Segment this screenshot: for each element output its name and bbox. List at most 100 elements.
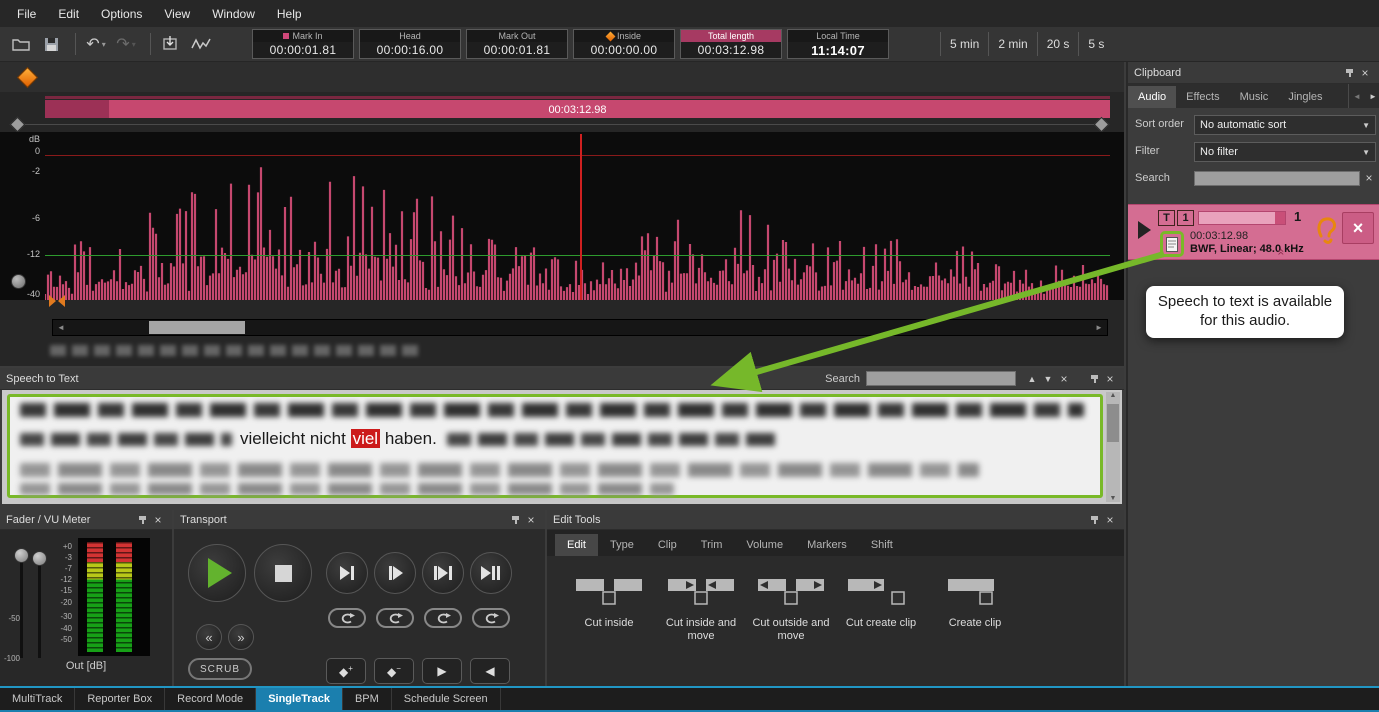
fader-knob-right[interactable] (32, 551, 47, 566)
play-button[interactable] (188, 544, 246, 602)
add-marker-button[interactable]: ◆+ (326, 658, 366, 684)
menu-item-options[interactable]: Options (90, 2, 153, 26)
loop-button[interactable] (472, 608, 510, 628)
stop-button[interactable] (254, 544, 312, 602)
save-button[interactable] (38, 32, 64, 56)
loop-button[interactable] (376, 608, 414, 628)
tab-audio[interactable]: Audio (1128, 86, 1176, 108)
workspace-tab-record-mode[interactable]: Record Mode (165, 688, 256, 710)
entry-play-icon[interactable] (1138, 221, 1151, 239)
zoom-5s-button[interactable]: 5 s (1078, 32, 1113, 56)
fader-knob-left[interactable] (14, 548, 29, 563)
menu-item-edit[interactable]: Edit (47, 2, 90, 26)
horizontal-scrollbar[interactable]: ◄ ► (52, 319, 1108, 336)
cut-inside-tool[interactable]: Cut inside (565, 574, 653, 630)
zoom-2min-button[interactable]: 2 min (988, 32, 1036, 56)
loop-button[interactable] (424, 608, 462, 628)
pin-icon[interactable] (1086, 371, 1102, 387)
close-icon[interactable]: × (1357, 65, 1373, 81)
create-clip-tool[interactable]: Create clip (931, 574, 1019, 630)
tabs-scroll-right-icon[interactable]: ► (1365, 88, 1379, 104)
search-next-icon[interactable]: ▼ (1040, 371, 1056, 387)
gain-knob[interactable] (11, 274, 26, 289)
playhead-cursor[interactable] (580, 134, 582, 300)
scrollbar-thumb[interactable] (1107, 404, 1119, 442)
tab-edit[interactable]: Edit (555, 534, 598, 556)
scroll-right-icon[interactable]: ► (1091, 323, 1107, 332)
tab-clip[interactable]: Clip (646, 534, 689, 556)
speech-search-input[interactable] (866, 371, 1016, 386)
pin-icon[interactable] (1086, 512, 1102, 528)
menu-item-window[interactable]: Window (201, 2, 266, 26)
skip-back-button[interactable]: « (196, 624, 222, 650)
play-from-mark-button[interactable] (374, 552, 416, 594)
menu-item-help[interactable]: Help (266, 2, 313, 26)
loop-marker-icon[interactable] (48, 294, 66, 308)
scrub-button[interactable]: SCRUB (188, 658, 252, 680)
play-to-mark-button[interactable] (326, 552, 368, 594)
left-marker-diamond-icon[interactable] (10, 117, 26, 133)
tab-jingles[interactable]: Jingles (1278, 86, 1332, 108)
close-icon[interactable]: × (1102, 512, 1118, 528)
transfer-button[interactable] (158, 32, 184, 56)
search-clear-icon[interactable]: × (1361, 170, 1377, 186)
play-pause-button[interactable] (470, 552, 512, 594)
undo-button[interactable]: ↶▾ (83, 32, 109, 56)
skip-forward-button[interactable]: » (228, 624, 254, 650)
pin-icon[interactable] (507, 512, 523, 528)
workspace-tab-schedule-screen[interactable]: Schedule Screen (392, 688, 501, 710)
pin-icon[interactable] (1341, 65, 1357, 81)
scrollbar-thumb[interactable] (149, 321, 245, 334)
sort-order-select[interactable]: No automatic sort▼ (1194, 115, 1376, 135)
clipboard-audio-entry[interactable]: T 1 1 00:03:12.98 BWF, Linear; 48.0 kHz … (1128, 204, 1379, 260)
clipboard-search-input[interactable] (1194, 171, 1360, 186)
remove-marker-button[interactable]: ◆− (374, 658, 414, 684)
loop-button[interactable] (328, 608, 366, 628)
transcript-scrollbar[interactable]: ▲▼ (1106, 392, 1120, 502)
cut-outside-move-tool[interactable]: Cut outside and move (747, 574, 835, 643)
tab-markers[interactable]: Markers (795, 534, 859, 556)
redo-button[interactable]: ↷▾ (113, 32, 139, 56)
menu-item-view[interactable]: View (153, 2, 201, 26)
scrollbar-track[interactable] (69, 320, 1091, 335)
workspace-tab-multitrack[interactable]: MultiTrack (0, 688, 75, 710)
prelisten-ear-icon[interactable] (1316, 215, 1338, 245)
workspace-tab-bpm[interactable]: BPM (343, 688, 392, 710)
zoom-5min-button[interactable]: 5 min (941, 32, 988, 56)
right-marker-diamond-icon[interactable] (1094, 117, 1110, 133)
transcript-box[interactable]: vielleicht nicht viel haben. (7, 394, 1103, 498)
workspace-tab-singletrack[interactable]: SingleTrack (256, 688, 343, 710)
tab-effects[interactable]: Effects (1176, 86, 1229, 108)
open-file-button[interactable] (8, 32, 34, 56)
signal-tool-button[interactable] (188, 32, 214, 56)
collapse-chevrons-icon[interactable]: « (1274, 249, 1288, 256)
zoom-20s-button[interactable]: 20 s (1037, 32, 1079, 56)
threshold-line[interactable] (45, 255, 1110, 256)
workspace-tab-reporter-box[interactable]: Reporter Box (75, 688, 165, 710)
menu-item-file[interactable]: File (6, 2, 47, 26)
scroll-left-icon[interactable]: ◄ (53, 323, 69, 332)
vu-scale-label: -15 (48, 586, 72, 595)
overview-bar[interactable]: 00:03:12.98 (45, 100, 1110, 118)
prev-marker-button[interactable]: ◀ (470, 658, 510, 684)
pin-icon[interactable] (134, 512, 150, 528)
search-prev-icon[interactable]: ▲ (1024, 371, 1040, 387)
search-clear-icon[interactable]: × (1056, 371, 1072, 387)
next-marker-button[interactable]: ▶ (422, 658, 462, 684)
entry-remove-button[interactable]: × (1342, 212, 1374, 244)
filter-select[interactable]: No filter▼ (1194, 142, 1376, 162)
tab-shift[interactable]: Shift (859, 534, 905, 556)
close-icon[interactable]: × (1102, 371, 1118, 387)
close-icon[interactable]: × (523, 512, 539, 528)
tab-music[interactable]: Music (1230, 86, 1279, 108)
speech-available-highlight[interactable] (1160, 231, 1184, 257)
close-icon[interactable]: × (150, 512, 166, 528)
tab-type[interactable]: Type (598, 534, 646, 556)
tabs-scroll-left-icon[interactable]: ◄ (1349, 88, 1365, 104)
tab-trim[interactable]: Trim (689, 534, 735, 556)
overview-view-window[interactable] (45, 100, 109, 118)
cut-create-clip-tool[interactable]: Cut create clip (837, 574, 925, 630)
cut-inside-move-tool[interactable]: Cut inside and move (657, 574, 745, 643)
play-between-marks-button[interactable] (422, 552, 464, 594)
tab-volume[interactable]: Volume (734, 534, 795, 556)
